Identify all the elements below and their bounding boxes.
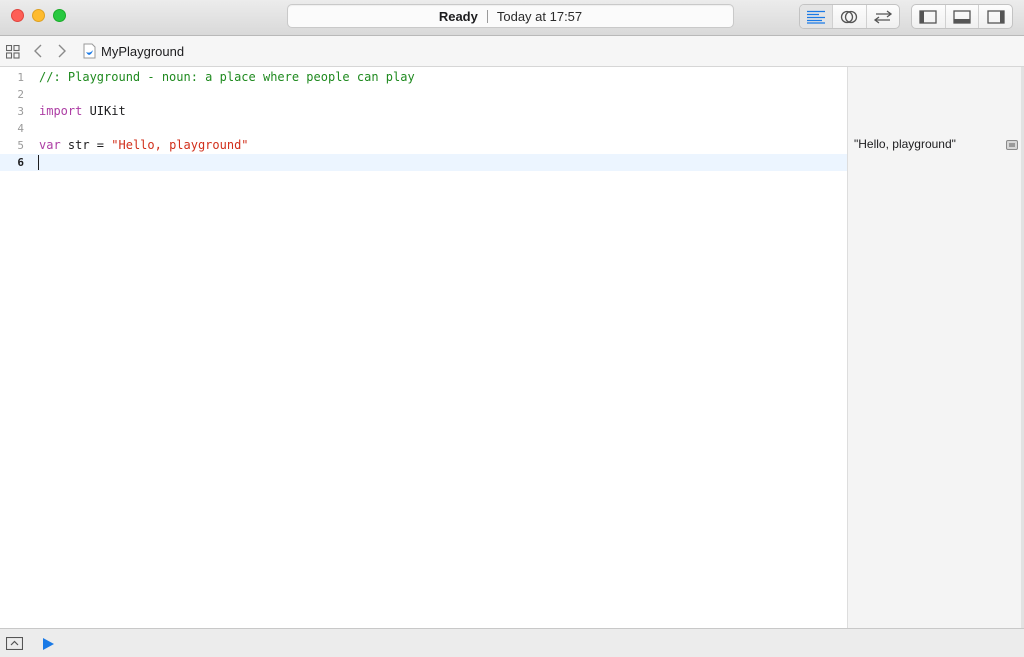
forward-chevron-icon[interactable] [57,44,67,63]
results-sidebar: "Hello, playground" [847,67,1024,628]
related-items-grid-icon[interactable] [5,44,20,64]
code-token-keyword: import [39,104,83,118]
standard-editor-button[interactable] [800,5,834,28]
zoom-window-button[interactable] [53,9,66,22]
navigator-toggle-icon [919,9,937,24]
toggle-navigator-button[interactable] [912,5,946,28]
code-text: var str = "Hello, playground" [39,137,249,154]
status-separator [486,9,488,23]
line-number: 3 [17,105,24,118]
assistant-editor-icon [841,10,858,23]
code-line[interactable]: 1 //: Playground - noun: a place where pe… [0,69,847,86]
minimize-window-button[interactable] [32,9,45,22]
swift-file-icon [83,43,96,64]
line-number: 5 [17,139,24,152]
code-text: //: Playground - noun: a place where peo… [39,69,415,86]
code-text: import UIKit [39,103,126,120]
code-line[interactable]: 2 [0,86,847,103]
code-token-plain: str = [60,138,112,152]
code-line[interactable]: 3 import UIKit [0,103,847,120]
line-number: 6 [17,156,24,169]
code-token-string: "Hello, playground" [111,138,249,152]
window-toolbar: Ready Today at 17:57 [0,0,1024,36]
quick-look-icon[interactable] [1006,140,1018,150]
line-number: 1 [17,71,24,84]
line-number: 2 [17,88,24,101]
debug-area-toggle-icon[interactable] [5,636,24,655]
editor-mode-segmented-control [799,4,900,29]
activity-status-display: Ready Today at 17:57 [287,4,734,28]
source-editor[interactable]: 1 //: Playground - noun: a place where pe… [0,67,847,628]
code-token-plain: UIKit [82,104,126,118]
jump-bar: MyPlayground [0,36,1024,67]
status-time: Today at 17:57 [496,8,583,24]
back-chevron-icon[interactable] [33,44,43,63]
toggle-debug-area-button[interactable] [946,5,980,28]
version-editor-icon [873,9,892,24]
debug-bar [0,628,1024,657]
debug-area-toggle-icon [953,9,971,24]
line-number: 4 [17,122,24,135]
text-cursor [38,155,39,170]
version-editor-button[interactable] [867,5,899,28]
code-line[interactable]: 4 [0,120,847,137]
utilities-toggle-icon [987,9,1005,24]
code-line[interactable]: 6 [0,154,847,171]
jump-bar-file-name[interactable]: MyPlayground [101,44,184,59]
toggle-utilities-button[interactable] [979,5,1012,28]
standard-editor-icon [807,10,826,24]
code-line[interactable]: 5 var str = "Hello, playground" [0,137,847,154]
result-value-line-5: "Hello, playground" [854,137,956,151]
view-toggle-segmented-control [911,4,1013,29]
assistant-editor-button[interactable] [833,5,867,28]
status-state: Ready [438,8,478,24]
close-window-button[interactable] [11,9,24,22]
code-token-comment: //: Playground - noun: a place where peo… [39,70,415,84]
code-token-keyword: var [39,138,61,152]
run-play-icon[interactable] [42,637,55,656]
